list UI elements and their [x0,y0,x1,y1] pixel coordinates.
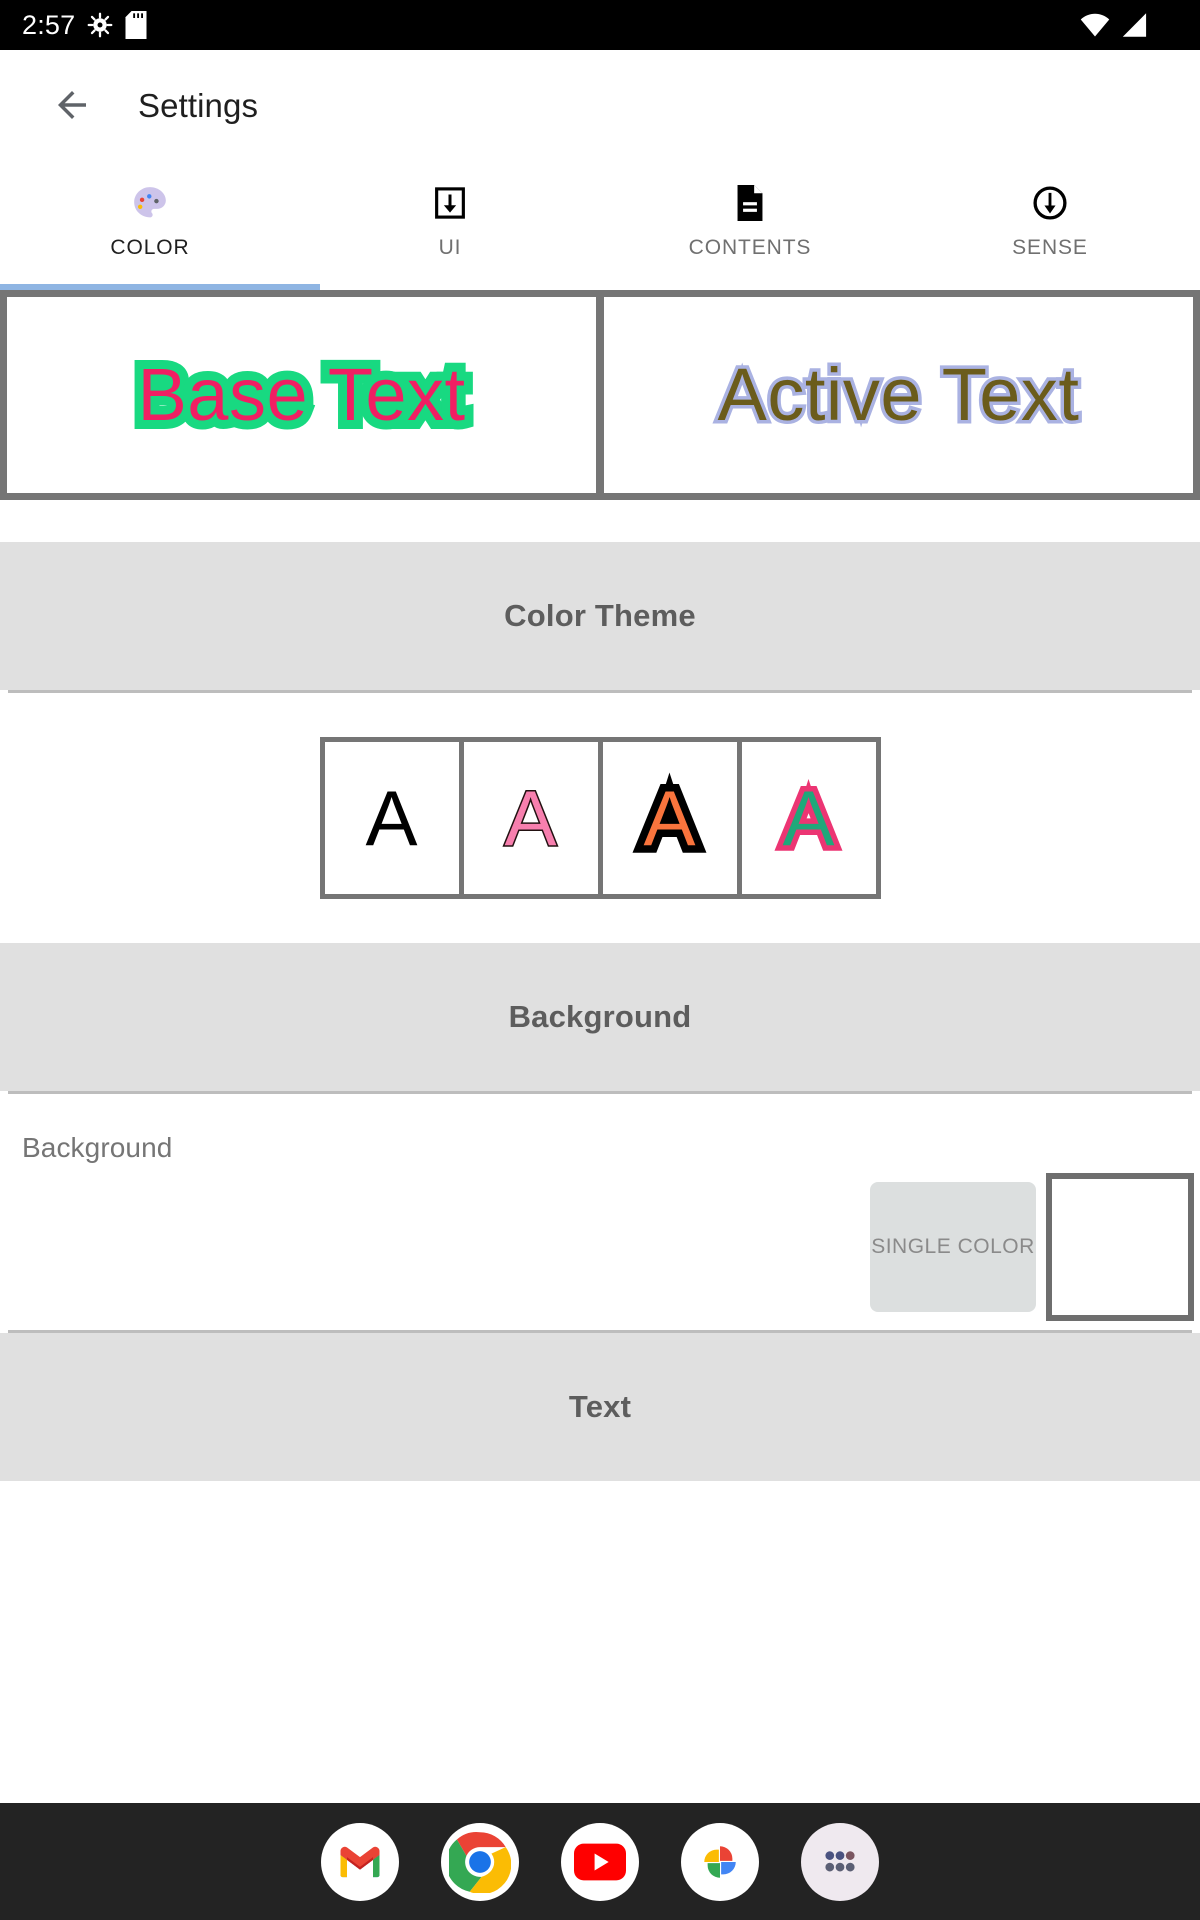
theme-swatch-4[interactable]: A [741,742,876,894]
preview-spacer [0,500,1200,542]
background-option-control-row: SINGLE COLOR [0,1164,1200,1330]
background-color-swatch[interactable] [1046,1173,1194,1321]
tab-ui[interactable]: UI [300,162,600,290]
tab-label-contents: CONTENTS [688,236,812,259]
section-title-background: Background [508,999,692,1034]
tab-contents[interactable]: CONTENTS [600,162,900,290]
gmail-icon[interactable] [321,1822,399,1901]
status-clock: 2:57 [22,9,76,40]
bug-gear-icon [87,12,113,38]
text-preview-row: Base Text Active Text [0,290,1200,500]
active-text-sample: Active Text [714,353,1082,436]
color-theme-swatch-row: A A A A [0,693,1200,943]
tab-sense[interactable]: SENSE [900,162,1200,290]
wifi-icon [1080,12,1110,38]
theme-swatch-glyph: A [636,772,703,865]
settings-screen: 2:57 Settings COLOR UI CONTENTS SENSE Ba… [0,0,1200,1920]
tab-color[interactable]: COLOR [0,162,300,290]
back-button[interactable] [36,70,108,142]
theme-swatch-2[interactable]: A [463,742,598,894]
document-icon [733,180,767,226]
section-header-color-theme: Color Theme [0,542,1200,690]
base-text-preview[interactable]: Base Text [0,290,600,500]
theme-swatch-1[interactable]: A [324,742,459,894]
active-text-preview[interactable]: Active Text [600,290,1200,500]
background-option-label-row: Background [0,1094,1200,1164]
theme-swatch-glyph: A [365,774,418,862]
single-color-mode-button[interactable]: SINGLE COLOR [870,1182,1036,1312]
sd-card-icon [125,11,147,39]
base-text-sample: Base Text [128,349,474,441]
youtube-icon[interactable] [561,1822,639,1901]
content-spacer [0,1481,1200,1800]
theme-swatch-3[interactable]: A [602,742,737,894]
circle-down-arrow-icon [1031,180,1069,226]
theme-swatch-glyph: A [503,774,558,862]
single-color-mode-label: SINGLE COLOR [871,1235,1035,1258]
palette-icon [131,180,169,226]
google-photos-icon[interactable] [681,1822,759,1901]
section-header-background: Background [0,943,1200,1091]
background-option-label: Background [22,1132,173,1163]
theme-swatch-glyph: A [777,774,840,863]
tab-bar: COLOR UI CONTENTS SENSE [0,162,1200,290]
status-bar: 2:57 [0,0,1200,50]
color-theme-strip: A A A A [319,737,881,899]
section-title-color-theme: Color Theme [504,598,696,633]
status-bar-right [1080,12,1182,38]
tab-label-sense: SENSE [1012,236,1088,259]
tab-label-ui: UI [438,236,462,259]
download-box-icon [432,180,468,226]
section-header-text: Text [0,1333,1200,1481]
app-drawer-icon[interactable] [801,1822,879,1901]
page-title: Settings [138,87,259,124]
status-bar-left: 2:57 [22,11,147,39]
bottom-dock [0,1800,1200,1920]
signal-icon [1120,12,1148,38]
tab-label-color: COLOR [110,236,190,259]
tab-active-indicator [0,284,320,290]
arrow-back-icon [51,84,93,129]
app-bar: Settings [0,50,1200,162]
section-title-text: Text [568,1389,632,1424]
chrome-icon[interactable] [441,1822,519,1901]
